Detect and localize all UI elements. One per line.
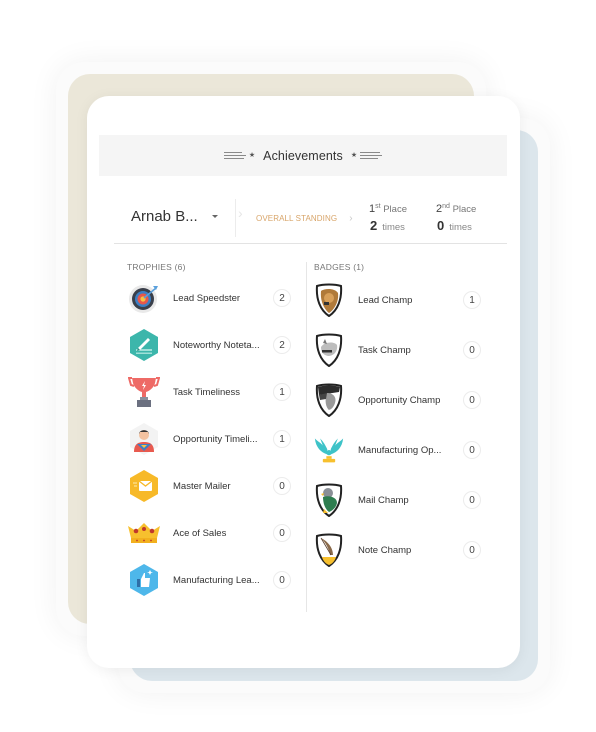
second-place-unit: times bbox=[449, 222, 472, 234]
badge-count: 0 bbox=[463, 391, 481, 409]
pigeon-shield-icon bbox=[314, 483, 344, 517]
badge-label: Lead Champ bbox=[358, 294, 413, 306]
badge-label: Task Champ bbox=[358, 344, 411, 356]
second-place-stat: 2nd Place 0 times bbox=[436, 203, 476, 233]
trophies-section: TROPHIES (6) Lead Speedster 2 Noteworthy… bbox=[127, 262, 297, 596]
badge-item[interactable]: Mail Champ 0 bbox=[314, 482, 494, 518]
badge-count: 0 bbox=[463, 341, 481, 359]
trophy-item[interactable]: Master Mailer 0 bbox=[127, 468, 297, 504]
star-icon: ★ bbox=[248, 152, 256, 159]
trophy-label: Ace of Sales bbox=[173, 527, 227, 539]
badge-count: 0 bbox=[463, 541, 481, 559]
note-pen-icon bbox=[127, 328, 161, 362]
badge-count: 0 bbox=[463, 441, 481, 459]
badge-item[interactable]: Opportunity Champ 0 bbox=[314, 382, 494, 418]
badge-label: Opportunity Champ bbox=[358, 394, 441, 406]
first-place-stat: 1st Place 2 times bbox=[369, 203, 407, 233]
trophy-count: 0 bbox=[273, 571, 291, 589]
achievements-card: ★ Achievements ★ Arnab B... › OVERALL ST… bbox=[87, 96, 520, 668]
trophy-cup-icon bbox=[127, 375, 161, 409]
page-title: Achievements bbox=[263, 148, 343, 163]
crown-icon bbox=[127, 516, 161, 550]
second-place-label: Place bbox=[452, 204, 477, 216]
badges-section: BADGES (1) Lead Champ 1 Task Champ 0 Opp… bbox=[314, 262, 494, 567]
rhino-shield-icon bbox=[314, 333, 344, 367]
trophy-label: Noteworthy Noteta... bbox=[173, 339, 260, 351]
first-place-count: 2 bbox=[370, 218, 378, 234]
badge-count: 1 bbox=[463, 291, 481, 309]
badge-item[interactable]: Note Champ 0 bbox=[314, 532, 494, 568]
cobra-shield-icon bbox=[314, 383, 344, 417]
trophy-label: Task Timeliness bbox=[173, 386, 241, 398]
trophy-item[interactable]: Lead Speedster 2 bbox=[127, 280, 297, 316]
separator bbox=[235, 199, 236, 237]
superhero-icon bbox=[127, 422, 161, 456]
badge-label: Manufacturing Op... bbox=[358, 444, 442, 456]
second-place-count: 0 bbox=[437, 218, 445, 234]
trophy-count: 2 bbox=[273, 336, 291, 354]
achievements-header: ★ Achievements ★ bbox=[99, 135, 507, 176]
second-place-suffix: nd bbox=[442, 203, 450, 210]
trophy-count: 0 bbox=[273, 477, 291, 495]
trophy-label: Manufacturing Lea... bbox=[173, 574, 260, 586]
trophy-label: Opportunity Timeli... bbox=[173, 433, 258, 445]
column-divider bbox=[306, 262, 307, 612]
header-decoration-right: ★ bbox=[350, 152, 383, 159]
chevron-right-icon: › bbox=[349, 213, 353, 224]
trophy-label: Master Mailer bbox=[173, 480, 231, 492]
lion-shield-icon bbox=[314, 283, 344, 317]
trophy-item[interactable]: Ace of Sales 0 bbox=[127, 515, 297, 551]
trophy-count: 0 bbox=[273, 524, 291, 542]
badge-label: Mail Champ bbox=[358, 494, 409, 506]
quill-shield-icon bbox=[314, 533, 344, 567]
badge-item[interactable]: Lead Champ 1 bbox=[314, 282, 494, 318]
caret-down-icon bbox=[211, 215, 218, 218]
trophy-item[interactable]: Manufacturing Lea... 0 bbox=[127, 562, 297, 598]
thumbs-up-icon bbox=[127, 563, 161, 597]
mail-icon bbox=[127, 469, 161, 503]
trophy-count: 1 bbox=[273, 383, 291, 401]
standing-row: Arnab B... › OVERALL STANDING › 1st Plac… bbox=[114, 196, 507, 244]
star-icon: ★ bbox=[350, 152, 358, 159]
badge-item[interactable]: Manufacturing Op... 0 bbox=[314, 432, 494, 468]
target-icon bbox=[127, 281, 161, 315]
first-place-unit: times bbox=[382, 222, 405, 234]
header-decoration-left: ★ bbox=[223, 152, 256, 159]
badge-item[interactable]: Task Champ 0 bbox=[314, 332, 494, 368]
overall-standing-label: OVERALL STANDING bbox=[256, 214, 338, 223]
chevron-right-icon: › bbox=[238, 205, 243, 221]
user-name: Arnab B... bbox=[131, 208, 198, 225]
overall-standing-link[interactable]: OVERALL STANDING › bbox=[256, 213, 353, 224]
first-place-label: Place bbox=[383, 204, 407, 216]
trophy-count: 1 bbox=[273, 430, 291, 448]
trophies-title: TROPHIES (6) bbox=[127, 262, 186, 272]
trophy-label: Lead Speedster bbox=[173, 292, 241, 304]
trophy-count: 2 bbox=[273, 289, 291, 307]
badges-title: BADGES (1) bbox=[314, 262, 365, 272]
badge-label: Note Champ bbox=[358, 544, 412, 556]
trophy-item[interactable]: Noteworthy Noteta... 2 bbox=[127, 327, 297, 363]
trophy-item[interactable]: Task Timeliness 1 bbox=[127, 374, 297, 410]
user-select[interactable]: Arnab B... bbox=[131, 208, 218, 225]
first-place-suffix: st bbox=[375, 203, 381, 210]
wings-trophy-icon bbox=[314, 433, 344, 467]
trophy-item[interactable]: Opportunity Timeli... 1 bbox=[127, 421, 297, 457]
badge-count: 0 bbox=[463, 491, 481, 509]
